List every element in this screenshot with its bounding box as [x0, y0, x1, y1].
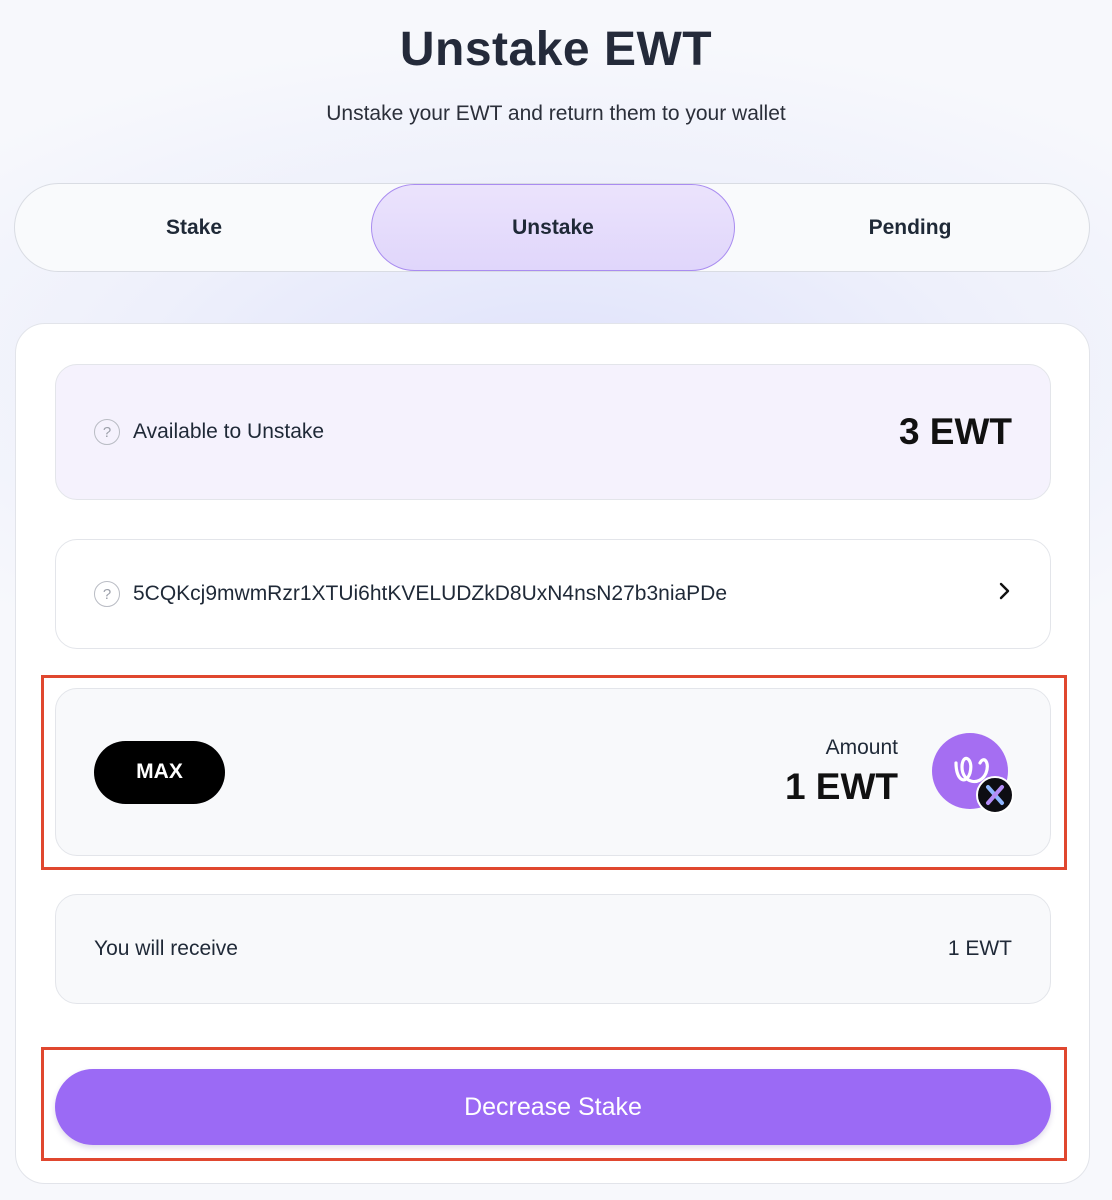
amount-label: Amount	[825, 736, 898, 759]
help-icon[interactable]: ?	[94, 581, 120, 607]
available-value: 3 EWT	[898, 411, 1012, 452]
receive-value: 1 EWT	[947, 937, 1012, 960]
receive-panel: You will receive 1 EWT	[55, 894, 1051, 1004]
ewt-token-icon	[932, 733, 1014, 814]
unstake-card: ? Available to Unstake 3 EWT ? 5CQKcj9mw…	[15, 323, 1090, 1184]
validator-address: 5CQKcj9mwmRzr1XTUi6htKVELUDZkD8UxN4nsN27…	[133, 582, 728, 605]
amount-panel: MAX Amount 1 EWT	[55, 688, 1051, 856]
page-subtitle: Unstake your EWT and return them to your…	[326, 102, 786, 125]
tab-stake[interactable]: Stake	[15, 184, 373, 271]
tab-unstake[interactable]: Unstake	[371, 184, 735, 271]
x-badge-icon	[976, 776, 1014, 814]
page-title: Unstake EWT	[399, 23, 713, 76]
validator-selector[interactable]: ? 5CQKcj9mwmRzr1XTUi6htKVELUDZkD8UxN4nsN…	[55, 539, 1051, 649]
max-button[interactable]: MAX	[94, 740, 225, 804]
chevron-right-icon[interactable]	[998, 580, 1012, 608]
receive-label: You will receive	[94, 937, 238, 960]
help-icon[interactable]: ?	[94, 419, 120, 445]
decrease-stake-button[interactable]: Decrease Stake	[55, 1069, 1051, 1145]
available-label: Available to Unstake	[133, 420, 325, 443]
amount-value[interactable]: 1 EWT	[785, 766, 898, 808]
amount-input[interactable]: Amount 1 EWT	[785, 736, 898, 808]
available-panel: ? Available to Unstake 3 EWT	[55, 364, 1051, 500]
tab-pending[interactable]: Pending	[731, 184, 1089, 271]
tab-bar: Stake Pending Unstake	[14, 183, 1090, 272]
